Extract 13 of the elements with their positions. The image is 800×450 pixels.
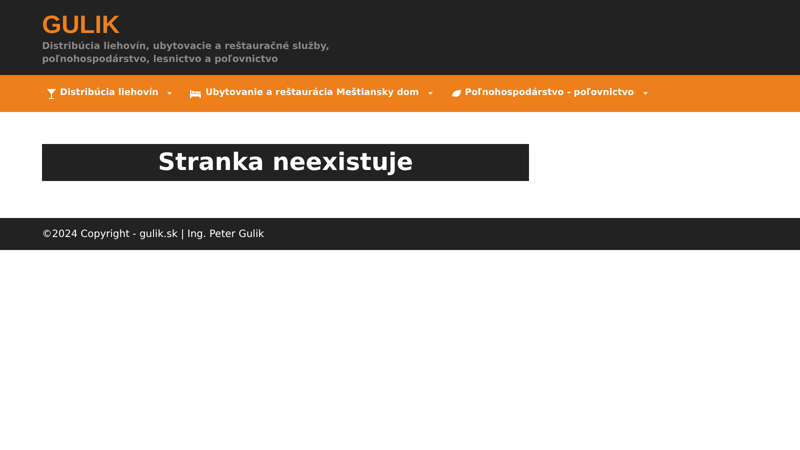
caret-icon bbox=[428, 92, 433, 95]
page-title: Stranka neexistuje bbox=[42, 144, 529, 181]
site-tagline: Distribúcia liehovín, ubytovacie a reštauračné služby, poľnohospodárstvo, lesnictvo a poľovnictvo bbox=[42, 40, 330, 66]
copyright-text: ©2024 Copyright - gulik.sk | Ing. Peter Gulik bbox=[42, 228, 264, 242]
nav-item[interactable]: Distribúcia liehovín bbox=[47, 86, 172, 100]
leaf-icon bbox=[450, 90, 461, 98]
nav-item[interactable]: Ubytovanie a reštaurácia Meštiansky dom bbox=[190, 86, 433, 100]
site-title[interactable]: GULIK bbox=[42, 10, 758, 40]
nav-item[interactable]: Poľnohospodárstvo - poľovnictvo bbox=[450, 86, 648, 100]
glass-icon bbox=[47, 88, 56, 98]
caret-icon bbox=[167, 92, 172, 95]
caret-icon bbox=[642, 92, 648, 95]
bed-icon bbox=[190, 90, 202, 98]
